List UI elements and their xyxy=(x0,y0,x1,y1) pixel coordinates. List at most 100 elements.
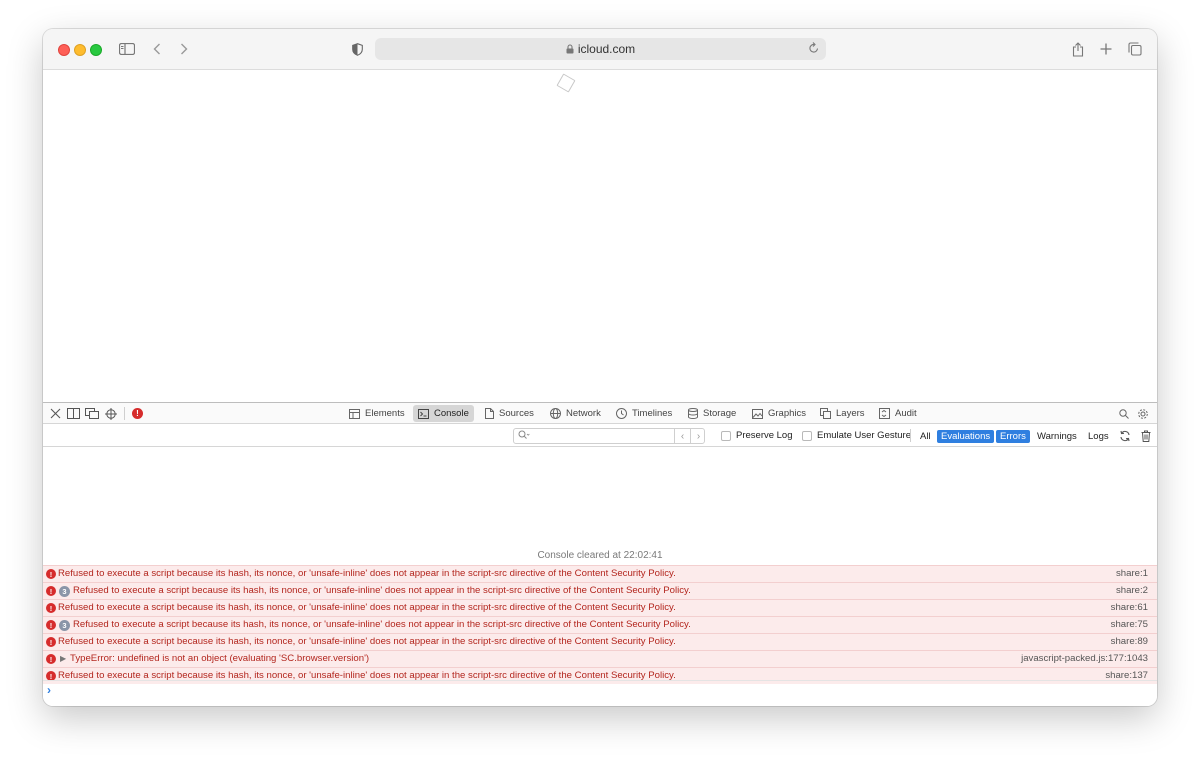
source-location-link[interactable]: share:1 xyxy=(1116,568,1148,579)
tab-storage-label: Storage xyxy=(703,408,737,419)
console-error-row[interactable]: ! Refused to execute a script because its… xyxy=(43,599,1157,616)
console-error-row[interactable]: ! Refused to execute a script because its… xyxy=(43,633,1157,650)
error-icon: ! xyxy=(46,569,56,579)
error-icon: ! xyxy=(46,654,56,664)
disclosure-triangle-icon[interactable]: ▶ xyxy=(60,654,66,663)
console-prompt[interactable]: › xyxy=(43,680,1157,700)
error-message-text: Refused to execute a script because its … xyxy=(73,619,691,630)
tab-layers[interactable]: Layers xyxy=(815,405,870,422)
error-icon: ! xyxy=(46,586,56,596)
back-icon[interactable] xyxy=(151,39,163,59)
console-filter-field[interactable]: ‹ › xyxy=(513,428,705,444)
source-location-link[interactable]: share:61 xyxy=(1111,602,1148,613)
emulate-user-gesture-label: Emulate User Gesture xyxy=(817,430,911,441)
minimize-window-button[interactable] xyxy=(74,44,86,56)
filter-search-icon xyxy=(518,430,530,440)
tab-layers-label: Layers xyxy=(836,408,865,419)
inspector-tab-bar: ! Elements Console Sources Network Timel… xyxy=(43,403,1157,424)
privacy-shield-icon[interactable] xyxy=(350,39,364,59)
zoom-window-button[interactable] xyxy=(90,44,102,56)
error-icon: ! xyxy=(46,603,56,613)
tab-graphics[interactable]: Graphics xyxy=(747,405,811,422)
preserve-log-box[interactable] xyxy=(721,430,731,441)
error-icon: ! xyxy=(46,620,56,630)
web-inspector: ! Elements Console Sources Network Timel… xyxy=(43,402,1157,706)
tab-network[interactable]: Network xyxy=(545,405,606,422)
graphics-icon xyxy=(752,408,763,419)
layers-icon xyxy=(820,408,831,419)
tab-console[interactable]: Console xyxy=(413,405,474,422)
inspector-search-icon[interactable] xyxy=(1119,406,1131,421)
tab-timelines-label: Timelines xyxy=(632,408,673,419)
close-inspector-icon[interactable] xyxy=(50,406,63,421)
tab-elements[interactable]: Elements xyxy=(344,405,410,422)
loading-spinner-icon xyxy=(556,73,576,93)
tab-audit-label: Audit xyxy=(895,408,917,419)
tab-storage[interactable]: Storage xyxy=(683,405,741,422)
reload-console-icon[interactable] xyxy=(1118,429,1132,443)
console-error-row[interactable]: ! 3 Refused to execute a script because it… xyxy=(43,616,1157,633)
source-location-link[interactable]: share:75 xyxy=(1111,619,1148,630)
emulate-user-gesture-box[interactable] xyxy=(802,430,812,441)
source-location-link[interactable]: share:2 xyxy=(1116,585,1148,596)
preserve-log-checkbox[interactable]: Preserve Log xyxy=(721,430,793,441)
emulate-user-gesture-checkbox[interactable]: Emulate User Gesture xyxy=(802,430,911,441)
console-error-row[interactable]: ! Refused to execute a script because its… xyxy=(43,565,1157,582)
source-location-link[interactable]: share:89 xyxy=(1111,636,1148,647)
share-icon[interactable] xyxy=(1071,39,1085,59)
error-indicator-icon[interactable]: ! xyxy=(132,408,143,419)
tab-sources-label: Sources xyxy=(499,408,534,419)
prompt-chevron-icon: › xyxy=(47,683,51,697)
error-message-text: Refused to execute a script because its … xyxy=(58,568,676,579)
console-error-row[interactable]: ! ▶ TypeError: undefined is not an object … xyxy=(43,650,1157,667)
error-message-text: Refused to execute a script because its … xyxy=(58,602,676,613)
tab-sources[interactable]: Sources xyxy=(480,405,539,422)
filter-previous-button[interactable]: ‹ xyxy=(674,429,690,443)
dock-side-icon[interactable] xyxy=(67,406,81,421)
tab-network-label: Network xyxy=(566,408,601,419)
sources-icon xyxy=(485,408,494,419)
filter-evaluations-button[interactable]: Evaluations xyxy=(937,430,995,443)
url-text: icloud.com xyxy=(577,42,636,56)
source-location-link[interactable]: javascript-packed.js:177:1043 xyxy=(1021,653,1148,664)
settings-gear-icon[interactable] xyxy=(1137,406,1150,421)
timelines-icon xyxy=(616,408,627,419)
error-icon: ! xyxy=(46,637,56,647)
filter-logs-button[interactable]: Logs xyxy=(1084,430,1113,443)
filter-next-button[interactable]: › xyxy=(690,429,706,443)
elements-icon xyxy=(349,408,360,419)
preserve-log-label: Preserve Log xyxy=(736,430,793,441)
tab-graphics-label: Graphics xyxy=(768,408,807,419)
filter-errors-button[interactable]: Errors xyxy=(996,430,1030,443)
filter-warnings-button[interactable]: Warnings xyxy=(1033,430,1081,443)
clear-console-trash-icon[interactable] xyxy=(1140,429,1152,443)
filter-all-button[interactable]: All xyxy=(916,430,935,443)
repeat-count-badge: 3 xyxy=(59,586,70,597)
tab-audit[interactable]: Audit xyxy=(874,405,922,422)
sidebar-icon[interactable] xyxy=(118,39,136,59)
lock-icon xyxy=(566,44,574,54)
address-bar[interactable]: icloud.com xyxy=(375,38,826,60)
page-content xyxy=(43,70,1157,402)
console-error-row[interactable]: ! 3 Refused to execute a script because it… xyxy=(43,582,1157,599)
console-icon xyxy=(418,408,429,419)
error-message-text: Refused to execute a script because its … xyxy=(73,585,691,596)
browser-window: icloud.com ! Elements Console Sources Ne… xyxy=(43,29,1157,706)
undock-icon[interactable] xyxy=(85,406,100,421)
reload-icon[interactable] xyxy=(808,41,820,55)
audit-icon xyxy=(879,408,890,419)
forward-icon[interactable] xyxy=(178,39,190,59)
tab-timelines[interactable]: Timelines xyxy=(611,405,677,422)
error-message-text: Refused to execute a script because its … xyxy=(58,636,676,647)
tab-elements-label: Elements xyxy=(365,408,405,419)
repeat-count-badge: 3 xyxy=(59,620,70,631)
toolbar-divider xyxy=(124,407,125,420)
close-window-button[interactable] xyxy=(58,44,70,56)
network-icon xyxy=(550,408,561,419)
storage-icon xyxy=(688,408,698,419)
tab-overview-icon[interactable] xyxy=(1127,39,1143,59)
console-filter-input[interactable] xyxy=(532,430,672,442)
browser-toolbar: icloud.com xyxy=(43,29,1157,70)
new-tab-icon[interactable] xyxy=(1099,39,1113,59)
element-picker-icon[interactable] xyxy=(105,406,119,421)
